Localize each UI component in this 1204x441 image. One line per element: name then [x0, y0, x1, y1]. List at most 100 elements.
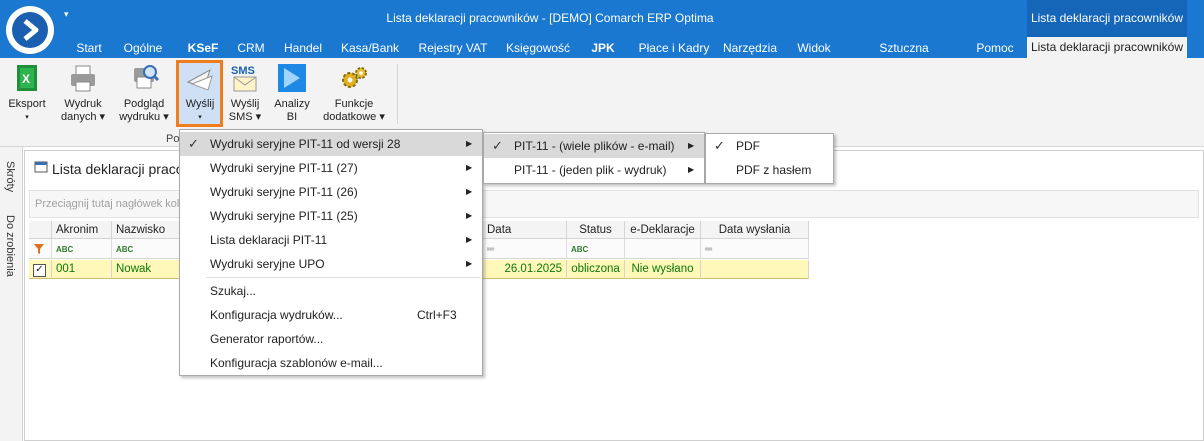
extra-functions-button[interactable]: Funkcje dodatkowe ▾ [318, 62, 390, 124]
cell-e-deklaracje[interactable]: Nie wysłano [625, 260, 701, 279]
menu-item-pit11-v28[interactable]: ✓ Wydruki seryjne PIT-11 od wersji 28 ▶ [180, 132, 482, 156]
row-checkbox[interactable]: ✓ [29, 260, 52, 279]
cell-data-obliczenia[interactable]: 26.01.2025 [483, 260, 567, 279]
send-sms-button[interactable]: SMS Wyślij SMS ▾ [225, 62, 265, 124]
menu-item-label: Wydruki seryjne PIT-11 od wersji 28 [210, 137, 401, 151]
filter-data-wyslania[interactable]: ═ [701, 239, 809, 259]
submenu-arrow-icon: ▶ [466, 139, 473, 148]
tab-widok[interactable]: Widok [795, 39, 833, 58]
list-window-icon [34, 160, 48, 174]
menu-item-pit11-25[interactable]: Wydruki seryjne PIT-11 (25) ▶ [180, 204, 482, 228]
submenu-arrow-icon: ▶ [688, 141, 695, 150]
print-preview-label-2: wydruku ▾ [119, 111, 169, 123]
tab-rejestry-vat[interactable]: Rejestry VAT [418, 39, 488, 58]
submenu-item-wiele-plikow[interactable]: ✓ PIT-11 - (wiele plików - e-mail) ▶ [484, 134, 704, 158]
submenu-item-label: PDF z hasłem [736, 163, 812, 177]
tab-crm[interactable]: CRM [235, 39, 267, 58]
context-tab-header: Lista deklaracji pracowników [1027, 0, 1187, 37]
bi-label-2: BI [286, 111, 298, 123]
submenu-item-pdf[interactable]: ✓ PDF [706, 134, 833, 158]
print-preview-button[interactable]: Podgląd wydruku ▾ [114, 62, 174, 124]
column-header-data-wyslania[interactable]: Data wysłania [701, 221, 809, 239]
print-data-label-2: danych ▾ [60, 111, 106, 123]
tab-start[interactable]: Start [74, 39, 104, 58]
menu-item-label: Wydruki seryjne PIT-11 (27) [210, 161, 358, 175]
menu-item-label: Szukaj... [210, 284, 257, 298]
bi-analysis-button[interactable]: Analizy BI [272, 62, 312, 124]
printer-icon [67, 62, 99, 94]
side-panel: Skróty Do zrobienia [0, 147, 23, 441]
export-button[interactable]: X Eksport ▾ [5, 62, 49, 124]
list-title: Lista deklaracji praco [52, 161, 184, 177]
filter-e-deklaracje[interactable] [625, 239, 701, 259]
column-header-akronim[interactable]: Akronim ▲ [52, 221, 112, 254]
tab-ogolne[interactable]: Ogólne [123, 39, 163, 58]
tab-handel[interactable]: Handel [283, 39, 323, 58]
svg-text:SMS: SMS [231, 65, 255, 77]
check-icon: ✓ [188, 136, 199, 151]
send-caret: ▾ [198, 114, 202, 121]
bi-label: Analizy [274, 98, 310, 110]
gears-icon [338, 62, 370, 94]
menu-item-konfiguracja-szablonow[interactable]: Konfiguracja szablonów e-mail... [180, 351, 482, 375]
ribbon-separator [397, 64, 398, 124]
menu-item-lista-pit11[interactable]: Lista deklaracji PIT-11 ▶ [180, 228, 482, 252]
menu-item-pit11-27[interactable]: Wydruki seryjne PIT-11 (27) ▶ [180, 156, 482, 180]
submenu-arrow-icon: ▶ [466, 235, 473, 244]
header-selector [29, 221, 52, 239]
shortcuts-tab[interactable]: Skróty [4, 161, 16, 192]
todo-tab[interactable]: Do zrobienia [4, 215, 16, 277]
filter-icon[interactable] [29, 239, 52, 259]
tab-ksiegowosc[interactable]: Księgowość [506, 39, 570, 58]
print-data-button[interactable]: Wydruk danych ▾ [56, 62, 110, 124]
menu-item-pit11-26[interactable]: Wydruki seryjne PIT-11 (26) ▶ [180, 180, 482, 204]
filter-text-icon: ABC [571, 245, 589, 254]
checkbox-icon[interactable]: ✓ [33, 264, 46, 277]
menu-item-label: Wydruki seryjne PIT-11 (25) [210, 209, 358, 223]
cell-status[interactable]: obliczona [567, 260, 625, 279]
filter-text-icon: ABC [116, 245, 134, 254]
submenu-arrow-icon: ▶ [688, 165, 695, 174]
menu-item-generator-raportow[interactable]: Generator raportów... [180, 327, 482, 351]
tab-jpk[interactable]: JPK [589, 39, 617, 58]
filter-equals-icon: ═ [487, 244, 495, 255]
print-preview-label: Podgląd [123, 98, 165, 110]
filter-equals-icon: ═ [705, 244, 713, 255]
menu-item-shortcut: Ctrl+F3 [417, 308, 457, 322]
column-header-status[interactable]: Status [567, 221, 625, 239]
send-button[interactable]: Wyślij ▾ [179, 62, 221, 124]
submenu-item-pdf-z-haslem[interactable]: PDF z hasłem [706, 158, 833, 182]
print-data-label: Wydruk [64, 98, 102, 110]
submenu-format: ✓ PDF PDF z hasłem [705, 133, 834, 184]
tab-lista-deklaracji[interactable]: Lista deklaracji pracowników [1027, 37, 1187, 58]
tab-place-i-kadry[interactable]: Płace i Kadry [635, 39, 713, 58]
tab-ksef[interactable]: KSeF [183, 39, 223, 58]
tab-kasa-bank[interactable]: Kasa/Bank [341, 39, 399, 58]
filter-akronim[interactable]: ABC [52, 239, 112, 259]
menu-item-konfiguracja-wydrukow[interactable]: Konfiguracja wydruków... Ctrl+F3 [180, 303, 482, 327]
column-header-data-obliczenia[interactable]: Data obliczenia [483, 221, 567, 254]
send-dropdown-menu: ✓ Wydruki seryjne PIT-11 od wersji 28 ▶ … [179, 129, 483, 376]
tab-sztuczna-inteligencja[interactable]: Sztuczna inteligencja [852, 39, 956, 74]
submenu-arrow-icon: ▶ [466, 211, 473, 220]
menu-item-label: Generator raportów... [210, 332, 324, 346]
column-header-e-deklaracje[interactable]: e-Deklaracje [625, 221, 701, 239]
filter-data-obliczenia[interactable]: ═ [483, 239, 567, 259]
menu-item-upo[interactable]: Wydruki seryjne UPO ▶ [180, 252, 482, 276]
menu-item-szukaj[interactable]: Szukaj... [180, 279, 482, 303]
filter-status[interactable]: ABC [567, 239, 625, 259]
menu-item-label: Wydruki seryjne UPO [210, 257, 325, 271]
menu-item-label: Lista deklaracji PIT-11 [210, 233, 328, 247]
submenu-pit11-v28: ✓ PIT-11 - (wiele plików - e-mail) ▶ PIT… [483, 132, 705, 184]
send-sms-label-2: SMS ▾ [228, 111, 262, 123]
tab-narzedzia[interactable]: Narzędzia [723, 39, 777, 58]
svg-text:X: X [22, 72, 30, 86]
ribbon-group-label: Po [166, 133, 180, 145]
extra-functions-label-2: dodatkowe ▾ [323, 111, 385, 123]
filter-text-icon: ABC [56, 245, 74, 254]
submenu-item-jeden-plik[interactable]: PIT-11 - (jeden plik - wydruk) ▶ [484, 158, 704, 182]
submenu-arrow-icon: ▶ [466, 259, 473, 268]
tab-pomoc[interactable]: Pomoc [976, 39, 1014, 58]
cell-akronim[interactable]: 001 [52, 260, 112, 279]
cell-data-wyslania[interactable] [701, 260, 809, 279]
